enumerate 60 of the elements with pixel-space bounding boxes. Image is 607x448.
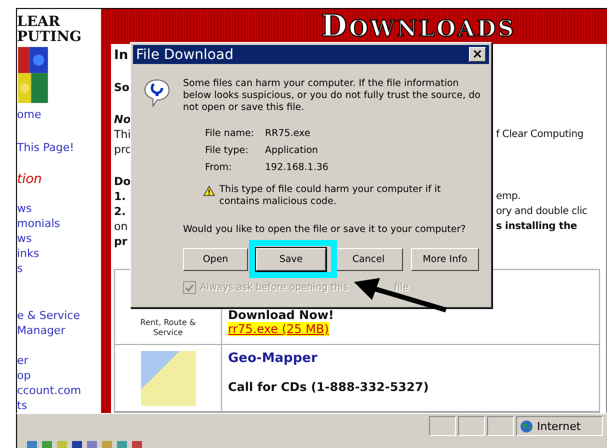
warning-icon	[203, 184, 216, 198]
sidebar-link[interactable]: op	[17, 368, 31, 383]
caution-text: This type of file could harm your computer if it contains malicious code.	[219, 184, 442, 208]
download-link[interactable]: rr75.exe (25 MB)	[228, 322, 329, 336]
sidebar-link[interactable]: ts	[17, 398, 28, 413]
page-text: pr	[114, 234, 128, 249]
product-title[interactable]: Geo-Mapper	[228, 351, 318, 366]
phone-text: Call for CDs (1-888-332-5327)	[228, 380, 429, 394]
map-placeholder	[140, 351, 196, 406]
field-value: 192.168.1.36	[265, 162, 328, 174]
page-text: Thi	[114, 127, 131, 142]
page-title: DOWNLOADS	[321, 9, 516, 44]
sidebar-link[interactable]: er	[17, 353, 28, 368]
field-value: Application	[265, 145, 320, 157]
status-pane	[487, 416, 514, 436]
sidebar-link[interactable]: ws	[17, 231, 32, 246]
zone-label: Internet	[537, 420, 581, 432]
page-text: In	[114, 48, 128, 63]
sidebar-heading: tion	[17, 172, 42, 187]
sidebar-link[interactable]: inks	[17, 246, 40, 261]
puzzle-logo-icon	[17, 47, 49, 103]
check-icon	[185, 284, 194, 292]
globe-icon	[520, 420, 533, 432]
logo-text: PUTING	[17, 30, 82, 45]
download-heading: Download Now!	[228, 308, 334, 322]
sidebar-link[interactable]: s	[17, 261, 23, 276]
dialog-button[interactable]: Open	[183, 248, 248, 271]
page-text: No	[114, 112, 131, 127]
sidebar-link[interactable]: e & Service	[17, 308, 80, 323]
page-text: on	[114, 219, 128, 234]
logo-text: LEAR	[17, 15, 62, 30]
logo-caption: Rent, Route & Service	[139, 318, 197, 338]
dialog-button[interactable]: More Info	[411, 248, 479, 271]
status-pane	[429, 416, 456, 436]
page-text: Do	[114, 174, 131, 189]
sidebar-link[interactable]: ccount.com	[17, 383, 82, 398]
question-icon	[143, 78, 171, 108]
dialog-button[interactable]: Cancel	[334, 248, 403, 271]
page-text: f Clear Computing	[496, 128, 584, 142]
page-text: emp.	[496, 190, 521, 204]
page-text: ory and double clic	[496, 205, 588, 219]
field-label: From:	[205, 162, 233, 174]
status-pane	[458, 416, 485, 436]
page-text: So	[114, 80, 130, 95]
warning-text: Some files can harm your computer. If the file information below looks suspicious, or you do not fully trust the source, do not open or save this file.	[183, 78, 481, 114]
sidebar-link[interactable]: monials	[17, 216, 60, 231]
question-text: Would you like to open the file or save it to your computer?	[183, 224, 467, 236]
sidebar-link[interactable]: Manager	[17, 323, 66, 338]
page-text: 2.	[114, 204, 126, 219]
page-text: 1.	[114, 189, 126, 204]
field-label: File name:	[205, 128, 256, 140]
dialog-title: File Download	[136, 46, 234, 62]
page-text: s installing the	[496, 220, 577, 234]
field-value: RR75.exe	[265, 128, 312, 140]
sidebar-link[interactable]: This Page!	[17, 140, 74, 155]
field-label: File type:	[205, 145, 250, 157]
close-button[interactable]: ×	[469, 47, 486, 62]
sidebar-link[interactable]: ws	[17, 201, 32, 216]
dialog-button[interactable]: Save	[256, 248, 326, 271]
sidebar-link[interactable]: ome	[17, 107, 42, 122]
